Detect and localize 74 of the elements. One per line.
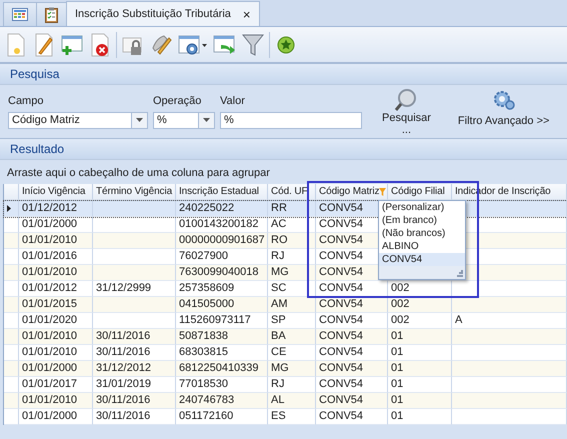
tab[interactable] [3,2,37,26]
gears-icon [492,89,516,111]
table-cell: AM [268,297,316,313]
table-cell: CONV54 [316,329,388,345]
table-cell: 01/01/2010 [19,265,93,281]
grid-icon [12,8,28,21]
table-cell: 01/01/2015 [19,297,93,313]
table-cell: 240746783 [176,393,268,409]
row-header-cell[interactable] [4,361,19,377]
table-cell: 041505000 [176,297,268,313]
table-cell: 6812250410339 [176,361,268,377]
close-button[interactable]: × [242,8,251,20]
table-cell: CONV54 [316,281,388,297]
row-header-cell[interactable] [4,409,19,425]
table-cell: AL [268,393,316,409]
table-cell: MG [268,265,316,281]
document-tab[interactable]: Inscrição Substituição Tributária × [66,1,260,26]
dropdown-field[interactable]: Código Matriz [8,112,148,128]
input-field[interactable]: % [220,112,362,128]
table-cell: 30/11/2016 [93,329,176,345]
table-cell: CONV54 [316,393,388,409]
table-cell: BA [268,329,316,345]
search-button[interactable]: Pesquisar ... [382,88,431,138]
group-hint: Arraste aqui o cabeçalho de uma coluna para agrupar [6,166,271,181]
table-cell: CONV54 [316,361,388,377]
table-cell: 01/12/2012 [19,201,93,217]
caret-icon [203,118,210,122]
table-cell: 01/01/2010 [19,393,93,409]
row-header-cell[interactable] [4,201,19,217]
search-icon [394,88,418,112]
table-cell: 50871838 [176,329,268,345]
field-label: Operação [153,94,202,109]
table-cell: 002 [388,281,452,297]
table-cell: RO [268,233,316,249]
section-header: Resultado [0,138,567,160]
table-cell: RR [268,201,316,217]
field-label: Campo [8,94,44,109]
table-cell: 01/01/2000 [19,361,93,377]
table-cell: 01 [388,329,452,345]
table-cell: CONV54 [316,297,388,313]
filter-option[interactable]: CONV54 [379,253,465,266]
table-cell: 01 [388,361,452,377]
row-header-cell[interactable] [4,297,19,313]
table-cell: 30/11/2016 [93,393,176,409]
table-cell: 01/01/2010 [19,233,93,249]
row-header-cell[interactable] [4,329,19,345]
row-header-cell[interactable] [4,265,19,281]
tab[interactable] [36,2,67,26]
table-cell: 00000000901687 [176,233,268,249]
caret-icon [136,118,143,122]
filter-icon[interactable] [379,188,386,196]
table-cell: 30/11/2016 [93,409,176,425]
table-cell: 002 [388,297,452,313]
row-header-cell[interactable] [4,393,19,409]
table-cell: 31/12/2012 [93,361,176,377]
table-cell: 01 [388,393,452,409]
field-label: Valor [220,94,246,109]
table-cell: 01 [388,409,452,425]
advanced-filter-button[interactable]: Filtro Avançado >> [458,89,550,138]
table-cell: CONV54 [316,409,388,425]
table-cell: 240225022 [176,201,268,217]
resize-grip-icon[interactable] [456,270,463,277]
table-cell: MG [268,361,316,377]
filter-icon[interactable] [241,32,265,58]
dropdown-field[interactable]: % [153,112,215,128]
row-header-cell[interactable] [4,233,19,249]
table-cell: ES [268,409,316,425]
table-cell: 01/01/2010 [19,329,93,345]
row-indicator-icon [7,205,11,212]
clipboard-icon [45,6,58,22]
table-cell: 7630099040018 [176,265,268,281]
table-cell: 051172160 [176,409,268,425]
section-header: Pesquisa [0,63,567,85]
table-cell: 01/01/2000 [19,409,93,425]
